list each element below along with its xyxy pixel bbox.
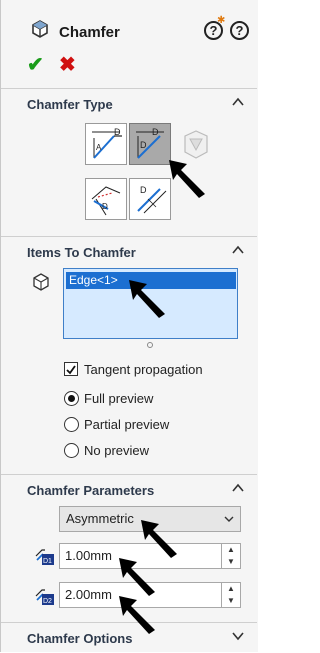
spin-down-icon[interactable]: ▼ — [222, 595, 240, 607]
full-preview-radio[interactable] — [64, 391, 79, 406]
spin-up-icon[interactable]: ▲ — [222, 544, 240, 556]
ok-button[interactable]: ✔ — [27, 52, 44, 77]
section-title-items[interactable]: Items To Chamfer — [27, 245, 136, 260]
tangent-propagation-checkbox[interactable] — [64, 362, 78, 376]
svg-text:D: D — [114, 127, 121, 137]
spin-up-icon[interactable]: ▲ — [222, 583, 240, 595]
chevron-up-icon[interactable] — [231, 95, 245, 109]
svg-text:D: D — [152, 127, 159, 137]
distance-distance-icon: D A — [92, 127, 122, 159]
no-preview-label: No preview — [84, 443, 150, 458]
partial-preview-label: Partial preview — [84, 417, 170, 432]
full-preview-label: Full preview — [84, 391, 154, 406]
vertex-type-button[interactable]: D — [85, 178, 127, 220]
tangent-propagation-label: Tangent propagation — [84, 362, 203, 377]
title-bar: Chamfer ? ✱ ? ✔ ✖ — [1, 12, 257, 82]
pointer-arrow-icon — [169, 160, 205, 198]
resize-handle[interactable] — [147, 342, 153, 348]
star-icon: ✱ — [217, 15, 226, 26]
chevron-up-icon[interactable] — [231, 481, 245, 495]
edge-selection-icon — [33, 273, 49, 291]
svg-text:D: D — [102, 202, 108, 211]
help-icon[interactable]: ? — [230, 21, 249, 40]
distance1-spinner[interactable]: ▲ ▼ — [221, 544, 240, 568]
svg-text:A: A — [96, 143, 102, 152]
distance2-value: 2.00mm — [65, 587, 112, 602]
distance-distance-active-icon: D D — [136, 127, 164, 159]
distance1-value: 1.00mm — [65, 548, 112, 563]
chamfer-feature-icon — [32, 20, 48, 38]
angle-distance-type-button[interactable]: D A — [85, 123, 127, 165]
pointer-arrow-icon — [119, 596, 155, 634]
section-title-chamfer-type[interactable]: Chamfer Type — [27, 97, 113, 112]
offset-face-type-button[interactable]: D — [129, 178, 171, 220]
svg-text:D1: D1 — [43, 558, 52, 565]
pointer-arrow-icon — [129, 280, 165, 318]
face-face-disabled-icon — [184, 130, 208, 159]
svg-text:D2: D2 — [43, 598, 52, 605]
check-icon — [66, 365, 76, 375]
distance2-spinner[interactable]: ▲ ▼ — [221, 583, 240, 607]
chamfer-method-value: Asymmetric — [66, 511, 134, 526]
offset-face-icon: D — [137, 185, 167, 214]
no-preview-radio[interactable] — [64, 443, 79, 458]
partial-preview-radio[interactable] — [64, 417, 79, 432]
svg-text:D: D — [140, 185, 147, 195]
cancel-button[interactable]: ✖ — [59, 52, 76, 77]
chevron-down-icon[interactable] — [231, 629, 245, 643]
asymmetric-distance-type-button[interactable]: D D — [129, 123, 171, 165]
spin-down-icon[interactable]: ▼ — [222, 556, 240, 568]
distance1-icon: D1 — [35, 549, 54, 565]
svg-text:D: D — [140, 140, 147, 150]
chevron-up-icon[interactable] — [231, 243, 245, 257]
vertex-chamfer-icon: D — [91, 186, 121, 216]
chevron-down-icon — [224, 516, 234, 522]
page-title: Chamfer — [59, 24, 120, 41]
distance2-icon: D2 — [35, 589, 54, 605]
pointer-arrow-icon — [119, 558, 155, 596]
pointer-arrow-icon — [141, 520, 177, 558]
chamfer-property-manager: Chamfer ? ✱ ? ✔ ✖ Chamfer Type D A D D D… — [0, 0, 258, 652]
section-title-parameters[interactable]: Chamfer Parameters — [27, 483, 154, 498]
